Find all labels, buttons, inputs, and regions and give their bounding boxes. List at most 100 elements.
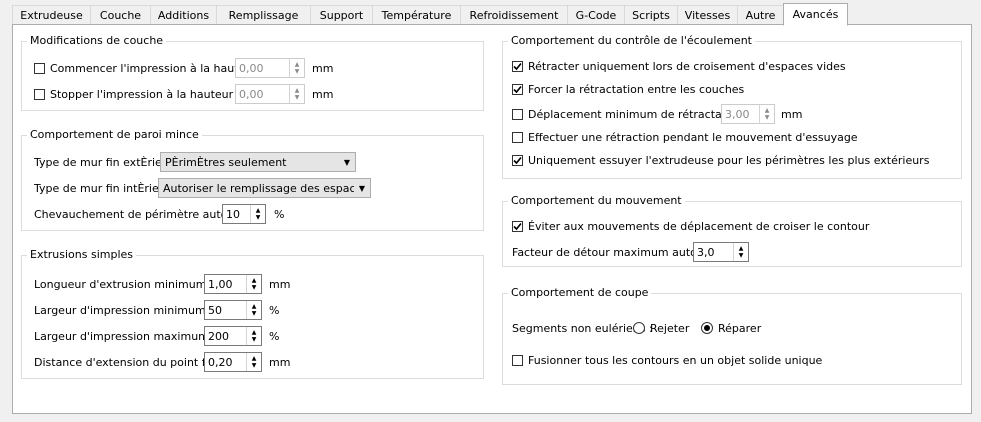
radio-reject[interactable]: Rejeter — [633, 318, 689, 338]
checkbox-box[interactable] — [512, 83, 523, 95]
tab-additions[interactable]: Additions — [150, 5, 217, 25]
stop-height-spinbox[interactable]: 0,00 ▲ ▼ — [235, 84, 305, 104]
select-value: PÈrimÈtres seulement — [165, 155, 287, 169]
tab-bar: Extrudeuse Couche Additions Remplissage … — [12, 3, 848, 26]
checkbox-label: Rétracter uniquement lors de croisement … — [528, 59, 846, 73]
unit-label: mm — [781, 107, 803, 121]
checkbox-label: Déplacement minimum de rétractation — [528, 107, 743, 121]
tab-vitesses[interactable]: Vitesses — [677, 5, 738, 25]
detour-factor-spinbox[interactable]: 3,0 ▲ ▼ — [693, 242, 749, 262]
radio-circle[interactable] — [701, 322, 713, 334]
checkbox-label: Uniquement essuyer l'extrudeuse pour les… — [528, 153, 930, 167]
radio-label: Rejeter — [650, 321, 690, 335]
start-height-spinbox[interactable]: 0,00 ▲ ▼ — [235, 58, 305, 78]
spin-arrows-icon[interactable]: ▲ ▼ — [759, 105, 774, 123]
movement-group: Comportement du mouvement Éviter aux mou… — [502, 194, 962, 267]
spin-value: 10 — [226, 207, 240, 221]
unit-label: % — [274, 207, 285, 221]
radio-label: Réparer — [718, 321, 762, 335]
tab-autre[interactable]: Autre — [737, 5, 784, 25]
min-print-width-spinbox[interactable]: 50 ▲ ▼ — [204, 300, 262, 320]
overlap-spinbox[interactable]: 10 ▲ ▼ — [222, 204, 266, 224]
spin-arrows-icon[interactable]: ▲ ▼ — [733, 243, 748, 261]
chevron-down-icon: ▼ — [343, 157, 351, 167]
unit-label: % — [269, 329, 280, 343]
radio-repair[interactable]: Réparer — [701, 318, 761, 338]
spin-value: 3,0 — [697, 245, 715, 259]
layer-changes-group: Modifications de couche Commencer l'impr… — [21, 34, 484, 111]
checkbox-box[interactable] — [512, 154, 523, 166]
spin-arrows-icon[interactable]: ▲ ▼ — [246, 327, 261, 345]
spin-arrows-icon[interactable]: ▲ ▼ — [250, 205, 265, 223]
group-title: Comportement de coupe — [508, 286, 652, 300]
min-extrusion-length-label: Longueur d'extrusion minimum — [34, 277, 207, 291]
tab-temperature[interactable]: Température — [372, 5, 461, 25]
spin-value: 0,00 — [239, 61, 264, 75]
spin-arrows-icon[interactable]: ▲ ▼ — [246, 353, 261, 371]
outer-wall-select[interactable]: PÈrimÈtres seulement ▼ — [160, 152, 356, 172]
min-extrusion-length-spinbox[interactable]: 1,00 ▲ ▼ — [204, 274, 262, 294]
inner-wall-label: Type de mur fin intÈrieur — [34, 181, 171, 195]
spin-arrows-icon[interactable]: ▲ ▼ — [289, 85, 304, 103]
group-title: Comportement du contrôle de l'écoulement — [508, 34, 755, 48]
spin-value: 1,00 — [208, 277, 233, 291]
checkbox-box[interactable] — [512, 108, 523, 120]
simple-extrusions-group: Extrusions simples Longueur d'extrusion … — [21, 248, 484, 379]
checkbox-box[interactable] — [34, 62, 45, 74]
checkbox-box[interactable] — [512, 220, 523, 232]
checkmark-icon — [513, 222, 522, 230]
checkbox-box[interactable] — [512, 131, 523, 143]
group-title: Extrusions simples — [27, 248, 137, 262]
overlap-label: Chevauchement de périmètre autorisé — [34, 207, 248, 221]
max-print-width-spinbox[interactable]: 200 ▲ ▼ — [204, 326, 262, 346]
min-print-width-label: Largeur d'impression minimum — [34, 303, 206, 317]
tab-scripts[interactable]: Scripts — [624, 5, 678, 25]
spin-arrows-icon[interactable]: ▲ ▼ — [289, 59, 304, 77]
avoid-crossing-checkbox[interactable]: Éviter aux mouvements de déplacement de … — [512, 216, 869, 236]
spin-value: 0,20 — [208, 355, 233, 369]
spin-arrows-icon[interactable]: ▲ ▼ — [246, 301, 261, 319]
checkbox-box[interactable] — [512, 354, 523, 366]
checkbox-box[interactable] — [34, 88, 45, 100]
min-retract-travel-checkbox[interactable]: Déplacement minimum de rétractation — [512, 104, 743, 124]
inner-wall-select[interactable]: Autoriser le remplissage des espaces ▼ — [158, 178, 371, 198]
cutting-group: Comportement de coupe Segments non eulér… — [502, 286, 962, 385]
unit-label: mm — [269, 277, 291, 291]
stop-height-checkbox[interactable]: Stopper l'impression à la hauteur — [34, 84, 233, 104]
tab-panel: Modifications de couche Commencer l'impr… — [12, 24, 972, 414]
tab-support[interactable]: Support — [310, 5, 373, 25]
tab-avances[interactable]: Avancés — [783, 3, 848, 26]
spin-value: 0,00 — [239, 87, 264, 101]
unit-label: mm — [312, 61, 334, 75]
retract-crossing-checkbox[interactable]: Rétracter uniquement lors de croisement … — [512, 56, 846, 76]
checkbox-label: Fusionner tous les contours en un objet … — [528, 353, 823, 367]
checkbox-box[interactable] — [512, 60, 523, 72]
checkbox-label: Éviter aux mouvements de déplacement de … — [528, 219, 870, 233]
endpoint-extension-label: Distance d'extension du point final — [34, 355, 226, 369]
tab-gcode[interactable]: G-Code — [567, 5, 625, 25]
force-retract-layers-checkbox[interactable]: Forcer la rétractation entre les couches — [512, 79, 744, 99]
select-value: Autoriser le remplissage des espaces — [163, 181, 354, 195]
max-print-width-label: Largeur d'impression maximum — [34, 329, 209, 343]
group-title: Comportement du mouvement — [508, 194, 685, 208]
min-retract-travel-spinbox[interactable]: 3,00 ▲ ▼ — [721, 104, 775, 124]
tab-refroidissement[interactable]: Refroidissement — [460, 5, 568, 25]
radio-circle[interactable] — [633, 322, 645, 334]
group-title: Comportement de paroi mince — [27, 128, 202, 142]
wipe-outer-perimeters-checkbox[interactable]: Uniquement essuyer l'extrudeuse pour les… — [512, 150, 929, 170]
checkbox-label: Stopper l'impression à la hauteur — [50, 87, 234, 101]
thin-wall-group: Comportement de paroi mince Type de mur … — [21, 128, 484, 231]
endpoint-extension-spinbox[interactable]: 0,20 ▲ ▼ — [204, 352, 262, 372]
retract-during-wipe-checkbox[interactable]: Effectuer une rétraction pendant le mouv… — [512, 127, 858, 147]
tab-couche[interactable]: Couche — [90, 5, 151, 25]
tab-extrudeuse[interactable]: Extrudeuse — [12, 5, 91, 25]
start-height-checkbox[interactable]: Commencer l'impression à la hauteur — [34, 58, 257, 78]
flow-control-group: Comportement du contrôle de l'écoulement… — [502, 34, 962, 179]
unit-label: mm — [312, 87, 334, 101]
tab-remplissage[interactable]: Remplissage — [216, 5, 311, 25]
merge-contours-checkbox[interactable]: Fusionner tous les contours en un objet … — [512, 350, 822, 370]
unit-label: % — [269, 303, 280, 317]
spin-arrows-icon[interactable]: ▲ ▼ — [246, 275, 261, 293]
spin-value: 50 — [208, 303, 222, 317]
group-title: Modifications de couche — [27, 34, 167, 48]
